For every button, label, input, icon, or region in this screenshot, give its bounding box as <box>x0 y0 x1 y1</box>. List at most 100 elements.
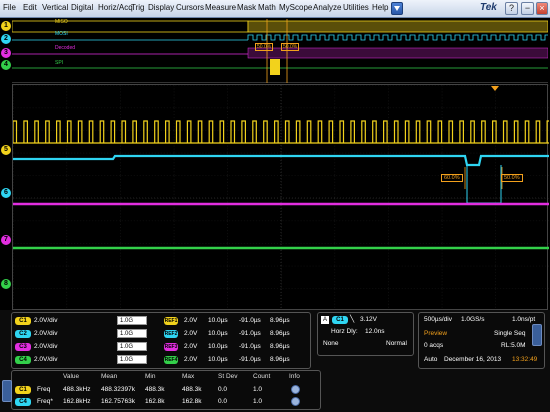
channel-scale: 2.0V/div <box>34 330 58 337</box>
bus-label-mosi: MOSI <box>55 31 68 37</box>
menu-cursors[interactable]: Cursors <box>176 3 204 12</box>
menu-mask[interactable]: Mask <box>237 3 256 12</box>
waveform-display <box>12 85 550 311</box>
ref-scale: 8.96µs <box>270 317 290 324</box>
bandwidth-badge[interactable]: 1.0G <box>117 355 147 364</box>
overview-strip[interactable]: MISO MOSI Decoded SPI 50.0% 50.0% <box>11 19 550 83</box>
minimize-icon[interactable]: − <box>521 2 534 15</box>
info-icon[interactable] <box>291 397 300 406</box>
ref-pos: 10.0µs <box>208 317 228 324</box>
ref-level: 2.0V <box>184 330 198 337</box>
channel-marker-1[interactable]: 1 <box>1 21 11 31</box>
menu-dropdown-button[interactable] <box>391 2 403 15</box>
measurement-row-1[interactable]: C1 Freq 488.3kHz 488.32397k 488.3k 488.3… <box>12 384 322 396</box>
bandwidth-badge[interactable]: 1.0G <box>117 316 147 325</box>
meas-min: 162.8k <box>145 398 165 405</box>
menu-analyze[interactable]: Analyze <box>313 3 341 12</box>
channel-marker-2[interactable]: 2 <box>1 34 11 44</box>
waveform-graticule[interactable]: 60.0% 50.0% <box>12 84 550 311</box>
cursor-readout-a: 50.0% <box>255 43 274 51</box>
acq-count: 0 acqs <box>424 342 444 349</box>
trigger-slope-icon: ╲ <box>350 316 355 323</box>
help-icon[interactable]: ? <box>505 2 518 15</box>
bus-label-miso: MISO <box>55 19 68 25</box>
ref-delay: -91.0µs <box>239 356 261 363</box>
channel-marker-6[interactable]: 6 <box>1 188 11 198</box>
channel-row-3[interactable]: C3 2.0V/div 1.0G REF3 2.0V 10.0µs -91.0µ… <box>12 341 312 353</box>
record-length: RL:5.0M <box>501 342 526 349</box>
channel-readouts[interactable]: C1 2.0V/div 1.0G REF1 2.0V 10.0µs -91.0µ… <box>11 312 311 369</box>
col-header-count: Count <box>253 373 271 380</box>
menu-math[interactable]: Math <box>258 3 276 12</box>
ref-scale: 8.96µs <box>270 343 290 350</box>
meas-stdev: 0.0 <box>218 386 228 393</box>
meas-value: 488.3kHz <box>63 386 91 393</box>
menu-edit[interactable]: Edit <box>23 3 37 12</box>
channel-badge[interactable]: C4 <box>15 356 31 364</box>
channel-marker-3[interactable]: 3 <box>1 48 11 58</box>
meas-mean: 162.75763k <box>101 398 135 405</box>
ref-level: 2.0V <box>184 317 198 324</box>
ref-badge[interactable]: REF3 <box>164 343 178 351</box>
col-header-info: Info <box>289 373 300 380</box>
menu-measure[interactable]: Measure <box>205 3 236 12</box>
channel-row-2[interactable]: C2 2.0V/div 1.0G REF2 2.0V 10.0µs -91.0µ… <box>12 328 312 340</box>
bandwidth-badge[interactable]: 1.0G <box>117 342 147 351</box>
channel-row-4[interactable]: C4 2.0V/div 1.0G REF4 2.0V 10.0µs -91.0µ… <box>12 354 312 366</box>
info-icon[interactable] <box>291 385 300 394</box>
channel-badge[interactable]: C2 <box>15 330 31 338</box>
meas-min: 488.3k <box>145 386 165 393</box>
col-header-mean: Mean <box>101 373 118 380</box>
horz-delay-value: 12.0ns <box>365 328 385 335</box>
menu-digital[interactable]: Digital <box>71 3 93 12</box>
ref-badge[interactable]: REF4 <box>164 356 178 364</box>
panel-scroll-button[interactable] <box>532 324 542 346</box>
channel-scale: 2.0V/div <box>34 343 58 350</box>
meas-scroll-button[interactable] <box>2 380 12 402</box>
ref-badge[interactable]: REF1 <box>164 317 178 325</box>
channel-badge[interactable]: C3 <box>15 343 31 351</box>
meas-mean: 488.32397k <box>101 386 135 393</box>
measurement-table[interactable]: Value Mean Min Max St Dev Count Info C1 … <box>11 370 321 410</box>
col-header-stdev: St Dev <box>218 373 238 380</box>
trigger-readout[interactable]: A C1 ╲ 3.12V Horz Dly: 12.0ns None Norma… <box>317 312 414 356</box>
channel-row-1[interactable]: C1 2.0V/div 1.0G REF1 2.0V 10.0µs -91.0µ… <box>12 315 312 327</box>
channel-marker-8[interactable]: 8 <box>1 279 11 289</box>
meas-stdev: 0.0 <box>218 398 228 405</box>
meas-count: 1.0 <box>253 398 263 405</box>
menu-file[interactable]: File <box>3 3 16 12</box>
measurement-row-2[interactable]: C4 Freq* 162.8kHz 162.75763k 162.8k 162.… <box>12 396 322 408</box>
brand-logo: Tek <box>480 2 497 13</box>
menu-horizacq[interactable]: Horiz/Acq <box>98 3 133 12</box>
menu-trig[interactable]: Trig <box>131 3 144 12</box>
menu-vertical[interactable]: Vertical <box>42 3 68 12</box>
ref-badge[interactable]: REF2 <box>164 330 178 338</box>
chevron-down-icon <box>394 6 400 11</box>
meas-channel-badge[interactable]: C4 <box>15 398 31 406</box>
meas-channel-badge[interactable]: C1 <box>15 386 31 394</box>
cursor-readout-1: 60.0% <box>441 174 463 182</box>
ref-delay: -91.0µs <box>239 343 261 350</box>
menu-help[interactable]: Help <box>372 3 388 12</box>
channel-marker-7[interactable]: 7 <box>1 235 11 245</box>
ref-delay: -91.0µs <box>239 330 261 337</box>
ref-level: 2.0V <box>184 343 198 350</box>
channel-badge[interactable]: C1 <box>15 317 31 325</box>
channel-marker-4[interactable]: 4 <box>1 60 11 70</box>
readout-panel: C1 2.0V/div 1.0G REF1 2.0V 10.0µs -91.0µ… <box>0 310 550 412</box>
channel-marker-5[interactable]: 5 <box>1 145 11 155</box>
resolution: 1.0ns/pt <box>512 316 536 323</box>
bandwidth-badge[interactable]: 1.0G <box>117 329 147 338</box>
acquisition-readout[interactable]: 500µs/div 1.0GS/s 1.0ns/pt Preview Singl… <box>418 312 545 369</box>
close-icon[interactable]: × <box>536 2 548 15</box>
menu-utilities[interactable]: Utilities <box>343 3 369 12</box>
menu-myscope[interactable]: MyScope <box>279 3 312 12</box>
trigger-source-badge[interactable]: C1 <box>332 316 348 324</box>
meas-count: 1.0 <box>253 386 263 393</box>
ref-delay: -91.0µs <box>239 317 261 324</box>
menu-display[interactable]: Display <box>148 3 174 12</box>
ref-level: 2.0V <box>184 356 198 363</box>
meas-max: 162.8k <box>182 398 202 405</box>
ref-scale: 8.96µs <box>270 330 290 337</box>
meas-name: Freq <box>37 386 51 393</box>
